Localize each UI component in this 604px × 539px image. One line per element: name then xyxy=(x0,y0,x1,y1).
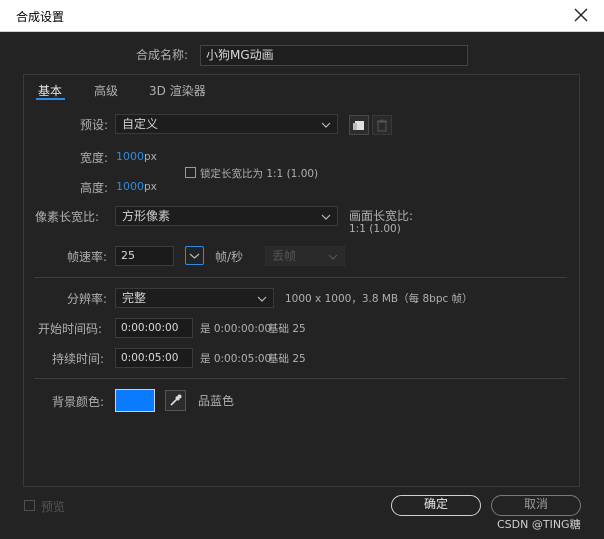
preset-value: 自定义 xyxy=(122,117,159,131)
divider xyxy=(34,277,567,278)
drop-frame-value: 丢帧 xyxy=(272,249,297,263)
width-value[interactable]: 1000 xyxy=(116,150,144,163)
comp-name-label: 合成名称: xyxy=(136,48,189,62)
tab-basic[interactable]: 基本 xyxy=(38,82,62,99)
duration-label: 持续时间: xyxy=(52,352,105,366)
frame-rate-dropdown-button[interactable] xyxy=(185,246,204,265)
start-timecode-input[interactable]: 0:00:00:00 xyxy=(115,318,193,338)
resolution-dropdown[interactable]: 完整 xyxy=(115,288,274,308)
drop-frame-dropdown[interactable]: 丢帧 xyxy=(265,246,345,266)
title-bar: 合成设置 xyxy=(0,0,604,32)
save-preset-icon[interactable] xyxy=(349,115,369,135)
frame-rate-label: 帧速率: xyxy=(67,250,108,264)
settings-panel xyxy=(23,74,580,487)
cancel-button[interactable]: 取消 xyxy=(491,495,581,516)
frame-aspect-value: 1:1 (1.00) xyxy=(349,223,401,235)
chevron-down-icon xyxy=(256,292,268,304)
chevron-down-icon xyxy=(327,250,339,262)
frame-rate-input[interactable]: 25 xyxy=(115,246,174,266)
frame-rate-unit: 帧/秒 xyxy=(215,250,244,264)
background-color-name: 品蓝色 xyxy=(198,394,235,408)
height-unit: px xyxy=(144,181,157,193)
tab-advanced[interactable]: 高级 xyxy=(94,82,118,99)
resolution-info: 1000 x 1000，3.8 MB（每 8bpc 帧） xyxy=(285,293,473,305)
chevron-down-icon xyxy=(320,118,332,130)
chevron-down-icon xyxy=(189,253,200,259)
width-unit: px xyxy=(144,151,157,163)
start-timecode-equals: 是 0:00:00:00 xyxy=(200,323,272,335)
preview-label: 预览 xyxy=(41,500,66,514)
close-icon[interactable] xyxy=(568,2,594,28)
preset-label: 预设: xyxy=(80,118,109,132)
tab-3d-renderer[interactable]: 3D 渲染器 xyxy=(149,82,206,99)
pixel-aspect-label: 像素长宽比: xyxy=(35,210,100,224)
pixel-aspect-dropdown[interactable]: 方形像素 xyxy=(115,206,338,226)
delete-preset-icon[interactable] xyxy=(372,115,392,135)
width-label: 宽度: xyxy=(80,151,109,165)
preview-checkbox[interactable] xyxy=(24,500,35,511)
ok-button[interactable]: 确定 xyxy=(391,495,481,516)
resolution-label: 分辨率: xyxy=(67,292,108,306)
background-color-swatch[interactable] xyxy=(115,389,155,412)
eyedropper-icon[interactable] xyxy=(165,390,186,411)
background-color-label: 背景颜色: xyxy=(52,395,105,409)
chevron-down-icon xyxy=(320,210,332,222)
pixel-aspect-value: 方形像素 xyxy=(122,209,171,223)
preset-dropdown[interactable]: 自定义 xyxy=(115,114,338,134)
lock-aspect-checkbox[interactable] xyxy=(185,167,196,178)
start-timecode-base: 基础 25 xyxy=(268,323,306,335)
start-timecode-label: 开始时间码: xyxy=(38,322,103,336)
watermark-text: CSDN @TING糖 xyxy=(497,518,581,531)
duration-base: 基础 25 xyxy=(268,353,306,365)
divider xyxy=(34,378,567,379)
active-tab-indicator xyxy=(36,98,65,100)
resolution-value: 完整 xyxy=(122,291,147,305)
lock-aspect-label: 锁定长宽比为 1:1 (1.00) xyxy=(200,168,319,180)
comp-name-input[interactable]: 小狗MG动画 xyxy=(200,45,468,66)
height-value[interactable]: 1000 xyxy=(116,180,144,193)
frame-aspect-label: 画面长宽比: xyxy=(349,209,414,223)
window-title: 合成设置 xyxy=(16,10,65,24)
height-label: 高度: xyxy=(80,181,109,195)
duration-equals: 是 0:00:05:00 xyxy=(200,353,272,365)
duration-input[interactable]: 0:00:05:00 xyxy=(115,348,193,368)
